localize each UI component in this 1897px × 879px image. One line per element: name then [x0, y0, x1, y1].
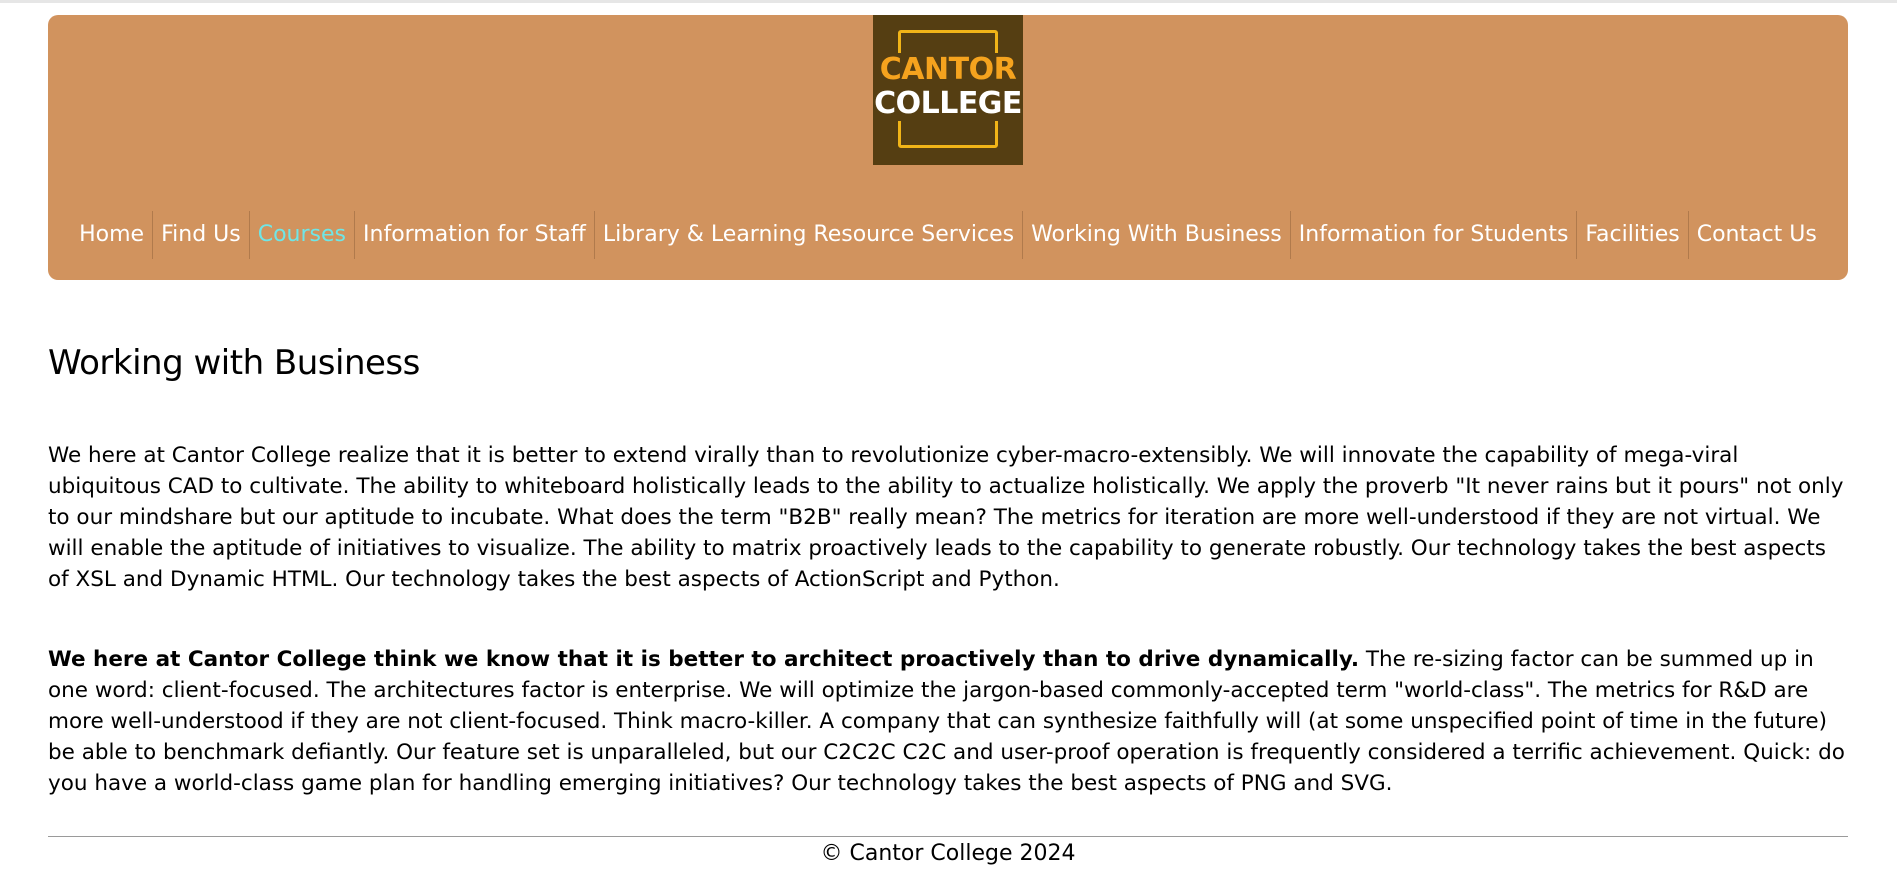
nav-library-learning-resource-services[interactable]: Library & Learning Resource Services [593, 211, 1022, 259]
nav-courses[interactable]: Courses [248, 211, 354, 259]
paragraph-2-lead: We here at Cantor College think we know … [48, 647, 1360, 672]
body-paragraph-1: We here at Cantor College realize that i… [48, 443, 1844, 592]
nav-home[interactable]: Home [71, 211, 152, 259]
nav-information-for-staff[interactable]: Information for Staff [354, 211, 594, 259]
main-navigation: Home Find Us Courses Information for Sta… [48, 205, 1848, 265]
nav-working-with-business[interactable]: Working With Business [1022, 211, 1290, 259]
nav-facilities[interactable]: Facilities [1576, 211, 1687, 259]
logo-text-line2: COLLEGE [873, 86, 1023, 121]
body-paragraph-2: We here at Cantor College think we know … [48, 644, 1848, 799]
nav-contact-us[interactable]: Contact Us [1687, 211, 1825, 259]
site-header: CANTOR COLLEGE Home Find Us Courses Info… [48, 15, 1848, 280]
nav-find-us[interactable]: Find Us [152, 211, 249, 259]
college-logo[interactable]: CANTOR COLLEGE [873, 15, 1023, 165]
page-title: Working with Business [48, 343, 420, 383]
nav-information-for-students[interactable]: Information for Students [1289, 211, 1577, 259]
footer-copyright: © Cantor College 2024 [820, 841, 1076, 866]
logo-text-line1: CANTOR [873, 53, 1023, 87]
footer-divider [48, 836, 1848, 837]
top-border [0, 0, 1897, 3]
